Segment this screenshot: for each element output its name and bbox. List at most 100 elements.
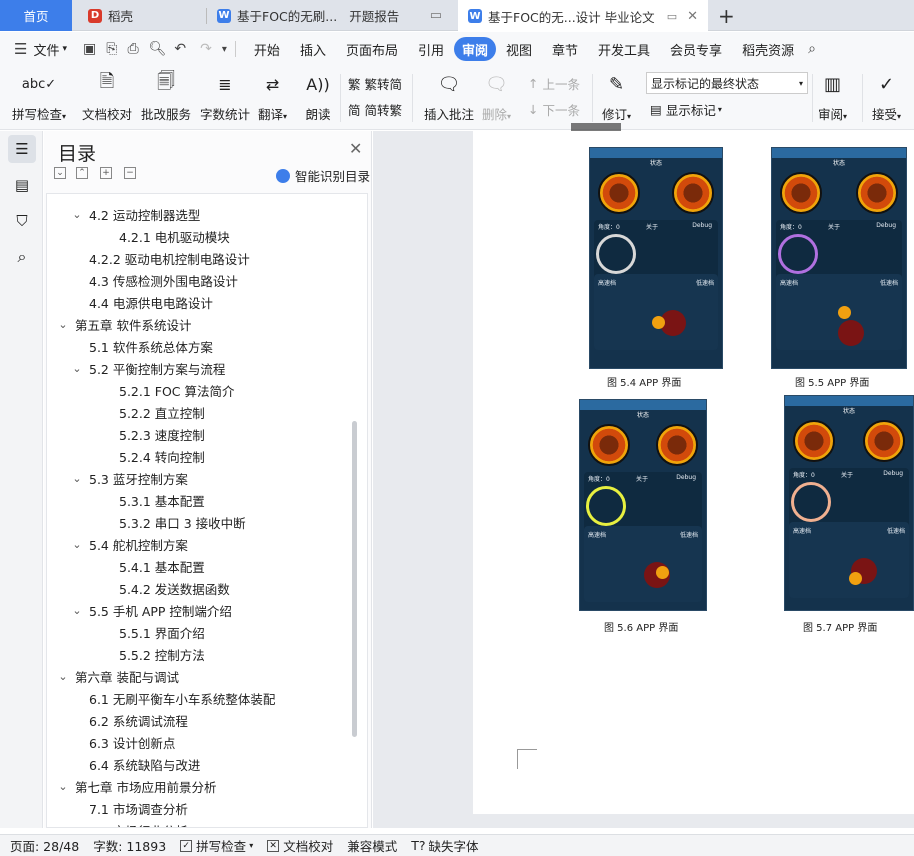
trad-to-simp-button[interactable]: 繁繁转简 — [348, 74, 402, 93]
menu-chapter[interactable]: 章节 — [542, 37, 588, 61]
toc-item[interactable]: 4.4 电源供电电路设计 — [89, 292, 213, 312]
chevron-down-icon[interactable]: ⌄ — [57, 670, 69, 683]
simp-to-trad-button[interactable]: 简简转繁 — [348, 100, 402, 119]
missing-font-status[interactable]: T? 缺失字体 — [411, 836, 478, 855]
toc-item[interactable]: 5.4.1 基本配置 — [119, 556, 205, 576]
word-count-button[interactable]: ≣ 字数统计 — [200, 70, 250, 123]
proofread-status[interactable]: ✕ 文档校对 — [267, 836, 333, 855]
collapse-all-icon[interactable]: ⌄ — [54, 167, 66, 179]
new-tab-button[interactable]: + — [712, 0, 742, 31]
file-menu[interactable]: 文件 ▾ — [27, 37, 77, 61]
toc-item[interactable]: ⌄ 5.5 手机 APP 控制端介绍 — [71, 600, 232, 620]
search-icon[interactable]: ⌕ — [8, 243, 36, 271]
export-icon[interactable]: ⎘ — [106, 41, 117, 57]
quick-access-chevron-icon[interactable]: ▾ — [222, 44, 227, 55]
menu-member[interactable]: 会员专享 — [660, 37, 732, 61]
toc-item[interactable]: 5.2.4 转向控制 — [119, 446, 205, 466]
markup-state-select[interactable]: 显示标记的最终状态 ▾ — [646, 72, 808, 94]
toc-item[interactable]: 5.5.1 界面介绍 — [119, 622, 205, 642]
tab-home[interactable]: 首页 — [0, 0, 72, 31]
preview-icon[interactable]: 🔍︎ — [149, 41, 167, 57]
prev-comment-button[interactable]: ↑ 上一条 — [528, 74, 580, 93]
proofread-button[interactable]: 🗎 文档校对 — [82, 70, 132, 123]
save-icon[interactable]: ▣ — [83, 41, 96, 57]
chapter-nav-icon[interactable]: ▤ — [8, 171, 36, 199]
translate-button[interactable]: ⇄ 翻译▾ — [258, 70, 287, 123]
toc-item[interactable]: 4.2.1 电机驱动模块 — [119, 226, 230, 246]
toc-panel-icon[interactable]: ☰ — [8, 135, 36, 163]
menu-review[interactable]: 审阅 — [453, 37, 496, 61]
word-count-indicator[interactable]: 字数: 11893 — [93, 836, 166, 855]
menu-view[interactable]: 视图 — [496, 37, 542, 61]
expand-up-icon[interactable]: ⌃ — [76, 167, 88, 179]
toc-item[interactable]: 5.4.2 发送数据函数 — [119, 578, 230, 598]
toc-item[interactable]: 5.2.3 速度控制 — [119, 424, 205, 444]
tab-doc-proposal[interactable]: W 基于FOC的无刷... 开题报告 ▭ — [207, 0, 452, 31]
toc-item[interactable]: 5.5.2 控制方法 — [119, 644, 205, 664]
menu-layout[interactable]: 页面布局 — [336, 37, 408, 61]
close-icon[interactable]: ✕ — [349, 139, 362, 158]
spell-check-status[interactable]: ✓ 拼写检查 ▾ — [180, 836, 253, 855]
toc-item[interactable]: 6.3 设计创新点 — [89, 732, 175, 752]
print-icon[interactable]: ⎙ — [127, 41, 138, 57]
remove-item-icon[interactable]: − — [124, 167, 136, 179]
menu-resources[interactable]: 稻壳资源 — [732, 37, 804, 61]
bookmark-icon[interactable]: ⛉ — [8, 207, 36, 235]
toc-item[interactable]: 4.2.2 驱动电机控制电路设计 — [89, 248, 250, 268]
track-changes-button[interactable]: ✎ 修订▾ — [602, 70, 631, 123]
accept-button[interactable]: ✓ 接受▾ — [872, 70, 901, 123]
menu-reference[interactable]: 引用 — [408, 37, 454, 61]
chevron-down-icon[interactable]: ⌄ — [71, 538, 83, 551]
toc-item[interactable]: ⌄ 第五章 软件系统设计 — [57, 314, 191, 334]
undo-icon[interactable]: ↶ — [174, 41, 186, 57]
search-icon[interactable]: ⌕ — [808, 41, 816, 57]
toc-item[interactable]: 5.1 软件系统总体方案 — [89, 336, 213, 356]
show-markup-button[interactable]: ▤ 显示标记 ▾ — [650, 100, 722, 119]
toc-item[interactable]: ⌄ 第七章 市场应用前景分析 — [57, 776, 216, 796]
smart-toc-button[interactable]: 智能识别目录 — [276, 166, 370, 185]
menu-insert[interactable]: 插入 — [290, 37, 336, 61]
add-item-icon[interactable]: + — [100, 167, 112, 179]
tab-straw[interactable]: D 稻壳 — [78, 0, 206, 31]
next-comment-button[interactable]: ↓ 下一条 — [528, 100, 580, 119]
toc-item[interactable]: 6.2 系统调试流程 — [89, 710, 188, 730]
toc-item[interactable]: ⌄ 5.2 平衡控制方案与流程 — [71, 358, 225, 378]
batch-service-button[interactable]: 🗐 批改服务 — [141, 70, 191, 123]
insert-comment-button[interactable]: 🗨 插入批注 — [424, 70, 474, 123]
menu-devtools[interactable]: 开发工具 — [588, 37, 660, 61]
review-pane-button[interactable]: ▥ 审阅▾ — [818, 70, 847, 123]
toc-item[interactable]: ⌄ 4.2 运动控制器选型 — [71, 204, 200, 224]
toc-item[interactable]: 6.1 无刷平衡车小车系统整体装配 — [89, 688, 275, 708]
chevron-down-icon[interactable]: ⌄ — [71, 362, 83, 375]
read-aloud-button[interactable]: A)) 朗读 — [304, 70, 332, 123]
toc-item[interactable]: 7.1 市场调查分析 — [89, 798, 188, 818]
chevron-down-icon[interactable]: ⌄ — [71, 208, 83, 221]
close-icon[interactable]: ✕ — [687, 9, 698, 24]
chevron-down-icon[interactable]: ⌄ — [57, 318, 69, 331]
toc-item[interactable]: 4.3 传感检测外围电路设计 — [89, 270, 238, 290]
spell-check-button[interactable]: abc✓ 拼写检查▾ — [12, 70, 66, 123]
compat-mode-status[interactable]: 兼容模式 — [347, 836, 397, 855]
chevron-down-icon[interactable]: ⌄ — [57, 780, 69, 793]
toc-item[interactable]: 6.4 系统缺陷与改进 — [89, 754, 200, 774]
toc-scrollbar[interactable] — [352, 421, 357, 737]
toc-item[interactable]: 5.3.1 基本配置 — [119, 490, 205, 510]
redo-icon[interactable]: ↷ — [200, 41, 212, 57]
menu-start[interactable]: 开始 — [244, 37, 290, 61]
toc-item[interactable]: ⌄ 5.3 蓝牙控制方案 — [71, 468, 187, 488]
toc-item[interactable]: 7.2 市场行业分析 — [89, 820, 188, 828]
comment-add-icon: 🗨 — [437, 73, 461, 95]
toc-item[interactable]: ⌄ 5.4 舵机控制方案 — [71, 534, 187, 554]
toc-item[interactable]: 5.2.2 直立控制 — [119, 402, 205, 422]
delete-comment-button[interactable]: 🗨 删除▾ — [482, 70, 511, 123]
toc-item[interactable]: 5.2.1 FOC 算法简介 — [119, 380, 235, 400]
toc-item[interactable]: 5.3.2 串口 3 接收中断 — [119, 512, 246, 532]
page-indicator[interactable]: 页面: 28/48 — [10, 836, 79, 855]
toc-item[interactable]: ⌄ 第六章 装配与调试 — [57, 666, 179, 686]
tab-doc-thesis[interactable]: W 基于FOC的无...设计 毕业论文 ▭ ✕ — [458, 0, 708, 32]
hamburger-icon[interactable]: ☰ — [14, 40, 27, 58]
tab-screen-icon[interactable]: ▭ — [430, 8, 442, 23]
tab-screen-icon[interactable]: ▭ — [667, 10, 677, 23]
chevron-down-icon[interactable]: ⌄ — [71, 472, 83, 485]
chevron-down-icon[interactable]: ⌄ — [71, 604, 83, 617]
